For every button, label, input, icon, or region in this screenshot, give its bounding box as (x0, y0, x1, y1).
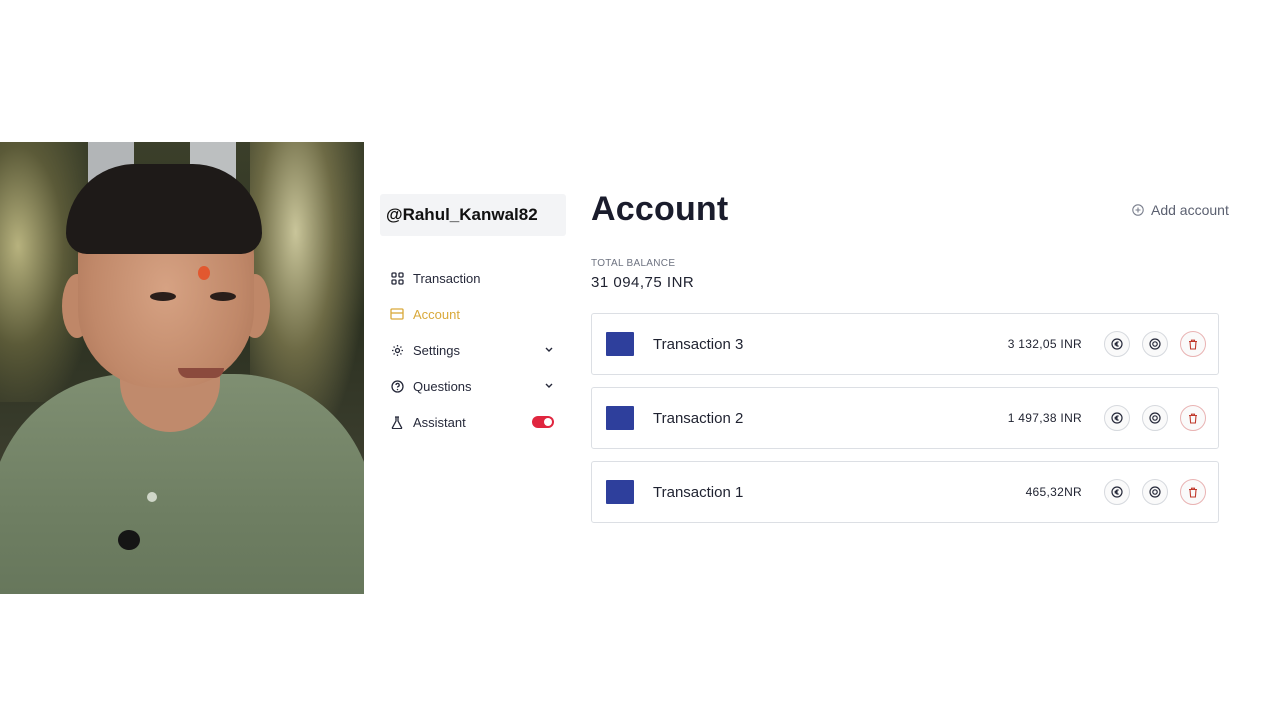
presenter-photo (0, 142, 364, 594)
chevron-down-icon[interactable] (544, 345, 554, 355)
list-item[interactable]: Transaction 1 465,32NR (591, 461, 1219, 523)
euro-icon (1111, 412, 1123, 424)
presenter-eye (210, 292, 236, 301)
transaction-amount: 3 132,05 INR (1007, 337, 1082, 351)
currency-button[interactable] (1104, 405, 1130, 431)
refresh-icon (1149, 412, 1161, 424)
presenter-tilak (198, 266, 210, 280)
question-icon (390, 379, 404, 393)
sidebar-item-label: Assistant (413, 414, 466, 430)
transaction-list: Transaction 3 3 132,05 INR Transaction 2… (591, 313, 1219, 535)
lapel-mic (118, 530, 140, 550)
currency-button[interactable] (1104, 479, 1130, 505)
sidebar-item-account[interactable]: Account (390, 296, 554, 332)
sidebar-item-label: Account (413, 306, 460, 322)
transaction-amount: 465,32NR (1025, 485, 1082, 499)
sidebar-item-questions[interactable]: Questions (390, 368, 554, 404)
euro-icon (1111, 338, 1123, 350)
delete-button[interactable] (1180, 331, 1206, 357)
page-title: Account (591, 190, 729, 228)
transaction-name: Transaction 3 (653, 335, 744, 353)
plus-circle-icon (1132, 204, 1144, 216)
transaction-name: Transaction 2 (653, 409, 744, 427)
total-balance-value: 31 094,75 INR (591, 274, 695, 291)
assistant-toggle[interactable] (532, 416, 554, 428)
sidebar-item-transaction[interactable]: Transaction (390, 260, 554, 296)
presenter-eye (150, 292, 176, 301)
card-thumbnail (606, 332, 634, 356)
sidebar-item-label: Questions (413, 378, 472, 394)
delete-button[interactable] (1180, 479, 1206, 505)
watermark-handle: @Rahul_Kanwal82 (380, 194, 566, 236)
sidebar-item-settings[interactable]: Settings (390, 332, 554, 368)
list-item[interactable]: Transaction 2 1 497,38 INR (591, 387, 1219, 449)
card-thumbnail (606, 406, 634, 430)
euro-icon (1111, 486, 1123, 498)
presenter-hair (66, 164, 262, 254)
transaction-name: Transaction 1 (653, 483, 744, 501)
sidebar: Transaction Account Settings Questions A… (390, 260, 554, 440)
card-icon (390, 307, 404, 321)
trash-icon (1189, 487, 1197, 498)
photo-background (0, 142, 90, 402)
account-app: @Rahul_Kanwal82 Transaction Account Sett… (364, 142, 1280, 594)
convert-button[interactable] (1142, 479, 1168, 505)
grid-icon (390, 271, 404, 285)
convert-button[interactable] (1142, 331, 1168, 357)
refresh-icon (1149, 486, 1161, 498)
add-account-label: Add account (1151, 202, 1229, 218)
convert-button[interactable] (1142, 405, 1168, 431)
chevron-down-icon[interactable] (544, 381, 554, 391)
add-account-button[interactable]: Add account (1132, 202, 1229, 218)
sidebar-item-assistant[interactable]: Assistant (390, 404, 554, 440)
currency-button[interactable] (1104, 331, 1130, 357)
sidebar-item-label: Settings (413, 342, 460, 358)
sidebar-item-label: Transaction (413, 270, 481, 286)
delete-button[interactable] (1180, 405, 1206, 431)
list-item[interactable]: Transaction 3 3 132,05 INR (591, 313, 1219, 375)
trash-icon (1189, 339, 1197, 350)
transaction-amount: 1 497,38 INR (1007, 411, 1082, 425)
presenter-mouth (178, 368, 224, 378)
shirt-button (147, 492, 157, 502)
total-balance-label: TOTAL BALANCE (591, 258, 676, 269)
card-thumbnail (606, 480, 634, 504)
flask-icon (390, 415, 404, 429)
trash-icon (1189, 413, 1197, 424)
gear-icon (390, 343, 404, 357)
refresh-icon (1149, 338, 1161, 350)
